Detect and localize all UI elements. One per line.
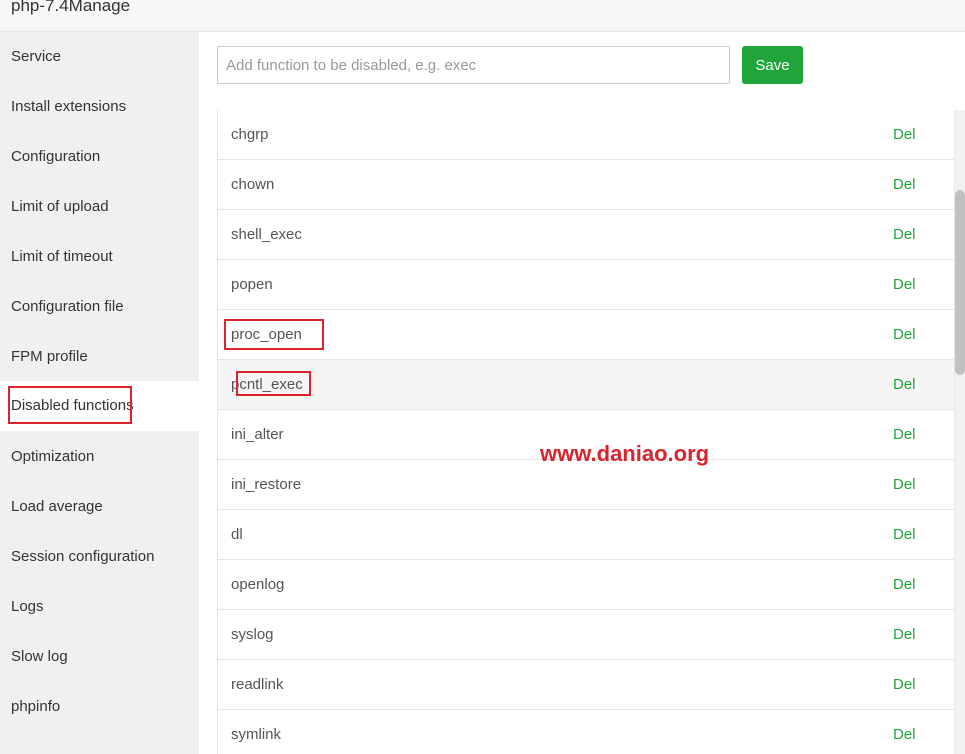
disable-function-input[interactable] bbox=[217, 46, 730, 84]
del-button[interactable]: Del bbox=[893, 610, 916, 659]
del-button[interactable]: Del bbox=[893, 310, 916, 359]
sidebar-item-configuration-file[interactable]: Configuration file bbox=[0, 282, 199, 332]
function-name: openlog bbox=[231, 576, 285, 593]
del-button[interactable]: Del bbox=[893, 260, 916, 309]
table-row: chgrp Del bbox=[218, 110, 954, 160]
sidebar-item-limit-of-timeout[interactable]: Limit of timeout bbox=[0, 232, 199, 282]
disabled-functions-table: chgrp Del chown Del shell_exec Del popen… bbox=[217, 110, 955, 754]
table-row: shell_exec Del bbox=[218, 210, 954, 260]
table-row: readlink Del bbox=[218, 660, 954, 710]
del-button[interactable]: Del bbox=[893, 710, 916, 754]
function-name: shell_exec bbox=[231, 226, 302, 243]
function-name: pcntl_exec bbox=[231, 376, 303, 393]
table-row: proc_open Del bbox=[218, 310, 954, 360]
table-row: popen Del bbox=[218, 260, 954, 310]
del-button[interactable]: Del bbox=[893, 360, 916, 409]
sidebar-item-configuration[interactable]: Configuration bbox=[0, 132, 199, 182]
function-name: chown bbox=[231, 176, 275, 193]
save-button[interactable]: Save bbox=[742, 46, 803, 84]
table-row: pcntl_exec Del bbox=[218, 360, 954, 410]
table-row: dl Del bbox=[218, 510, 954, 560]
del-button[interactable]: Del bbox=[893, 510, 916, 559]
sidebar-item-limit-of-upload[interactable]: Limit of upload bbox=[0, 182, 199, 232]
sidebar-item-logs[interactable]: Logs bbox=[0, 582, 199, 632]
function-name: syslog bbox=[231, 626, 274, 643]
sidebar-item-session-configuration[interactable]: Session configuration bbox=[0, 532, 199, 582]
sidebar-item-phpinfo[interactable]: phpinfo bbox=[0, 682, 199, 732]
scrollbar-thumb[interactable] bbox=[955, 190, 965, 375]
function-name: proc_open bbox=[231, 326, 302, 343]
sidebar-item-slow-log[interactable]: Slow log bbox=[0, 632, 199, 682]
del-button[interactable]: Del bbox=[893, 660, 916, 709]
sidebar-item-fpm-profile[interactable]: FPM profile bbox=[0, 332, 199, 382]
sidebar-item-disabled-functions[interactable]: Disabled functions bbox=[0, 381, 199, 431]
sidebar-item-install-extensions[interactable]: Install extensions bbox=[0, 82, 199, 132]
del-button[interactable]: Del bbox=[893, 560, 916, 609]
table-row: openlog Del bbox=[218, 560, 954, 610]
del-button[interactable]: Del bbox=[893, 110, 916, 159]
watermark: www.daniao.org bbox=[540, 441, 710, 466]
sidebar-item-load-average[interactable]: Load average bbox=[0, 482, 199, 532]
table-row: symlink Del bbox=[218, 710, 954, 754]
function-name: symlink bbox=[231, 726, 282, 743]
table-row: chown Del bbox=[218, 160, 954, 210]
function-name: ini_restore bbox=[231, 476, 302, 493]
sidebar-item-optimization[interactable]: Optimization bbox=[0, 432, 199, 482]
table-row: syslog Del bbox=[218, 610, 954, 660]
function-name: popen bbox=[231, 276, 273, 293]
sidebar-item-service[interactable]: Service bbox=[0, 32, 199, 82]
del-button[interactable]: Del bbox=[893, 410, 916, 459]
del-button[interactable]: Del bbox=[893, 460, 916, 509]
function-name: dl bbox=[231, 526, 243, 543]
del-button[interactable]: Del bbox=[893, 160, 916, 209]
window-title: php-7.4Manage bbox=[11, 0, 131, 15]
function-name: chgrp bbox=[231, 126, 269, 143]
title-bar: php-7.4Manage bbox=[0, 0, 965, 32]
function-name: readlink bbox=[231, 676, 284, 693]
del-button[interactable]: Del bbox=[893, 210, 916, 259]
sidebar: Service Install extensions Configuration… bbox=[0, 32, 199, 754]
function-name: ini_alter bbox=[231, 426, 284, 443]
